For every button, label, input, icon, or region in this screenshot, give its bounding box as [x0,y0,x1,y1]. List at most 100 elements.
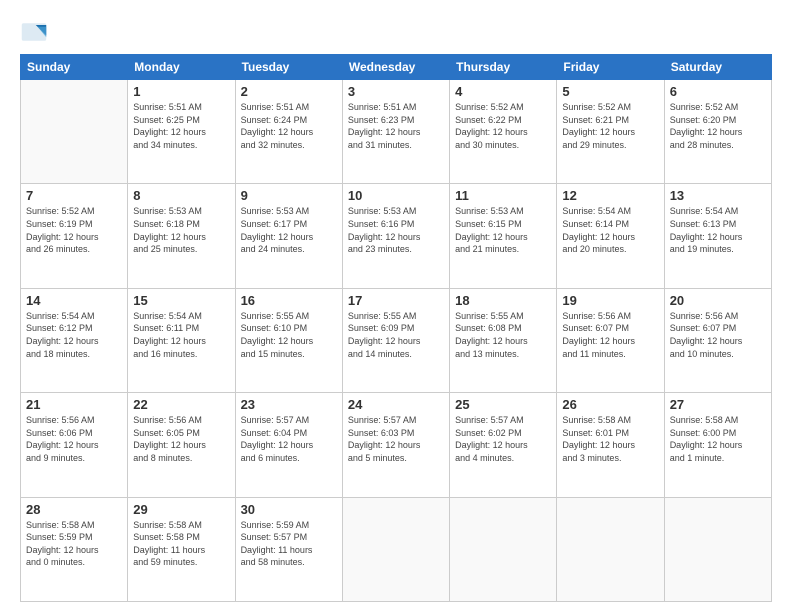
header [20,18,772,46]
weekday-header-wednesday: Wednesday [342,55,449,80]
day-info: Sunrise: 5:53 AM Sunset: 6:17 PM Dayligh… [241,205,337,255]
day-cell: 28 Sunrise: 5:58 AM Sunset: 5:59 PM Dayli… [21,497,128,601]
day-number: 14 [26,293,122,308]
day-info: Sunrise: 5:55 AM Sunset: 6:10 PM Dayligh… [241,310,337,360]
day-cell: 18 Sunrise: 5:55 AM Sunset: 6:08 PM Dayli… [450,288,557,392]
day-cell [450,497,557,601]
day-info: Sunrise: 5:52 AM Sunset: 6:21 PM Dayligh… [562,101,658,151]
day-number: 12 [562,188,658,203]
day-cell [664,497,771,601]
day-cell: 14 Sunrise: 5:54 AM Sunset: 6:12 PM Dayli… [21,288,128,392]
day-number: 7 [26,188,122,203]
day-cell: 3Sunrise: 5:51 AM Sunset: 6:23 PM Daylig… [342,80,449,184]
day-info: Sunrise: 5:54 AM Sunset: 6:12 PM Dayligh… [26,310,122,360]
day-number: 25 [455,397,551,412]
day-number: 26 [562,397,658,412]
day-info: Sunrise: 5:58 AM Sunset: 5:58 PM Dayligh… [133,519,229,569]
day-number: 3 [348,84,444,99]
day-number: 6 [670,84,766,99]
day-cell: 23 Sunrise: 5:57 AM Sunset: 6:04 PM Dayli… [235,393,342,497]
day-cell: 13Sunrise: 5:54 AM Sunset: 6:13 PM Dayli… [664,184,771,288]
day-cell: 7 Sunrise: 5:52 AM Sunset: 6:19 PM Daylig… [21,184,128,288]
day-number: 22 [133,397,229,412]
day-info: Sunrise: 5:53 AM Sunset: 6:16 PM Dayligh… [348,205,444,255]
weekday-header-friday: Friday [557,55,664,80]
day-info: Sunrise: 5:56 AM Sunset: 6:06 PM Dayligh… [26,414,122,464]
day-info: Sunrise: 5:56 AM Sunset: 6:07 PM Dayligh… [562,310,658,360]
day-info: Sunrise: 5:55 AM Sunset: 6:09 PM Dayligh… [348,310,444,360]
day-cell [21,80,128,184]
day-info: Sunrise: 5:54 AM Sunset: 6:14 PM Dayligh… [562,205,658,255]
week-row-1: 1Sunrise: 5:51 AM Sunset: 6:25 PM Daylig… [21,80,772,184]
calendar: SundayMondayTuesdayWednesdayThursdayFrid… [20,54,772,602]
day-number: 17 [348,293,444,308]
weekday-header-tuesday: Tuesday [235,55,342,80]
weekday-header-sunday: Sunday [21,55,128,80]
day-info: Sunrise: 5:52 AM Sunset: 6:19 PM Dayligh… [26,205,122,255]
day-cell: 1Sunrise: 5:51 AM Sunset: 6:25 PM Daylig… [128,80,235,184]
day-cell: 20 Sunrise: 5:56 AM Sunset: 6:07 PM Dayli… [664,288,771,392]
day-number: 28 [26,502,122,517]
day-info: Sunrise: 5:59 AM Sunset: 5:57 PM Dayligh… [241,519,337,569]
day-number: 19 [562,293,658,308]
day-number: 4 [455,84,551,99]
weekday-header-monday: Monday [128,55,235,80]
day-info: Sunrise: 5:58 AM Sunset: 6:01 PM Dayligh… [562,414,658,464]
day-info: Sunrise: 5:54 AM Sunset: 6:11 PM Dayligh… [133,310,229,360]
day-cell: 19 Sunrise: 5:56 AM Sunset: 6:07 PM Dayli… [557,288,664,392]
weekday-header-saturday: Saturday [664,55,771,80]
day-info: Sunrise: 5:55 AM Sunset: 6:08 PM Dayligh… [455,310,551,360]
day-number: 24 [348,397,444,412]
weekday-header-thursday: Thursday [450,55,557,80]
day-info: Sunrise: 5:58 AM Sunset: 5:59 PM Dayligh… [26,519,122,569]
day-cell: 16 Sunrise: 5:55 AM Sunset: 6:10 PM Dayli… [235,288,342,392]
weekday-row: SundayMondayTuesdayWednesdayThursdayFrid… [21,55,772,80]
day-cell: 24 Sunrise: 5:57 AM Sunset: 6:03 PM Dayli… [342,393,449,497]
day-number: 16 [241,293,337,308]
week-row-4: 21 Sunrise: 5:56 AM Sunset: 6:06 PM Dayli… [21,393,772,497]
day-number: 5 [562,84,658,99]
week-row-2: 7 Sunrise: 5:52 AM Sunset: 6:19 PM Daylig… [21,184,772,288]
day-number: 27 [670,397,766,412]
day-cell: 11Sunrise: 5:53 AM Sunset: 6:15 PM Dayli… [450,184,557,288]
day-info: Sunrise: 5:57 AM Sunset: 6:02 PM Dayligh… [455,414,551,464]
day-cell [557,497,664,601]
day-cell: 2Sunrise: 5:51 AM Sunset: 6:24 PM Daylig… [235,80,342,184]
day-info: Sunrise: 5:51 AM Sunset: 6:24 PM Dayligh… [241,101,337,151]
day-number: 8 [133,188,229,203]
day-number: 23 [241,397,337,412]
day-cell: 29Sunrise: 5:58 AM Sunset: 5:58 PM Dayli… [128,497,235,601]
day-info: Sunrise: 5:58 AM Sunset: 6:00 PM Dayligh… [670,414,766,464]
day-info: Sunrise: 5:57 AM Sunset: 6:03 PM Dayligh… [348,414,444,464]
day-cell: 12 Sunrise: 5:54 AM Sunset: 6:14 PM Dayli… [557,184,664,288]
day-cell: 15 Sunrise: 5:54 AM Sunset: 6:11 PM Dayli… [128,288,235,392]
logo-icon [20,18,48,46]
day-cell: 22 Sunrise: 5:56 AM Sunset: 6:05 PM Dayli… [128,393,235,497]
week-row-5: 28 Sunrise: 5:58 AM Sunset: 5:59 PM Dayli… [21,497,772,601]
day-info: Sunrise: 5:57 AM Sunset: 6:04 PM Dayligh… [241,414,337,464]
day-number: 11 [455,188,551,203]
day-cell: 6Sunrise: 5:52 AM Sunset: 6:20 PM Daylig… [664,80,771,184]
calendar-body: 1Sunrise: 5:51 AM Sunset: 6:25 PM Daylig… [21,80,772,602]
day-number: 15 [133,293,229,308]
day-cell: 4Sunrise: 5:52 AM Sunset: 6:22 PM Daylig… [450,80,557,184]
day-number: 1 [133,84,229,99]
logo [20,18,52,46]
day-info: Sunrise: 5:54 AM Sunset: 6:13 PM Dayligh… [670,205,766,255]
day-info: Sunrise: 5:53 AM Sunset: 6:18 PM Dayligh… [133,205,229,255]
day-cell: 5 Sunrise: 5:52 AM Sunset: 6:21 PM Daylig… [557,80,664,184]
day-number: 9 [241,188,337,203]
calendar-header: SundayMondayTuesdayWednesdayThursdayFrid… [21,55,772,80]
day-cell: 27 Sunrise: 5:58 AM Sunset: 6:00 PM Dayli… [664,393,771,497]
day-info: Sunrise: 5:56 AM Sunset: 6:07 PM Dayligh… [670,310,766,360]
day-number: 18 [455,293,551,308]
page: SundayMondayTuesdayWednesdayThursdayFrid… [0,0,792,612]
day-number: 21 [26,397,122,412]
day-number: 10 [348,188,444,203]
day-number: 20 [670,293,766,308]
day-info: Sunrise: 5:56 AM Sunset: 6:05 PM Dayligh… [133,414,229,464]
week-row-3: 14 Sunrise: 5:54 AM Sunset: 6:12 PM Dayli… [21,288,772,392]
day-cell: 9 Sunrise: 5:53 AM Sunset: 6:17 PM Daylig… [235,184,342,288]
day-cell: 30Sunrise: 5:59 AM Sunset: 5:57 PM Dayli… [235,497,342,601]
day-cell: 8 Sunrise: 5:53 AM Sunset: 6:18 PM Daylig… [128,184,235,288]
